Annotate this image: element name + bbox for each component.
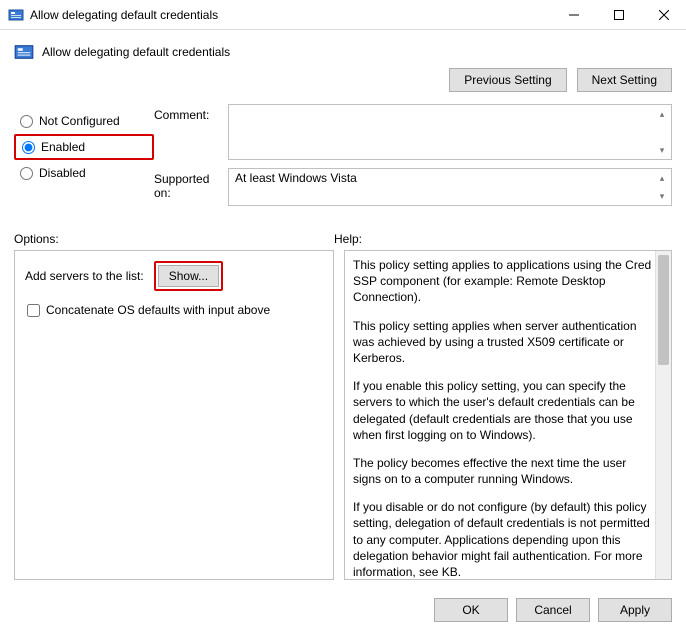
options-panel: Add servers to the list: Show... Concate… [14,250,334,580]
show-button[interactable]: Show... [158,265,219,287]
radio-disabled[interactable]: Disabled [14,160,154,186]
help-paragraph: The policy becomes effective the next ti… [353,455,653,487]
options-section-label: Options: [14,232,334,246]
radio-label: Enabled [41,140,85,154]
supported-on-box: At least Windows Vista ▴ ▾ [228,168,672,206]
scroll-up-icon[interactable]: ▴ [655,107,669,121]
help-paragraph: If you enable this policy setting, you c… [353,378,653,443]
maximize-icon [614,10,624,20]
minimize-icon [569,10,579,20]
radio-not-configured[interactable]: Not Configured [14,108,154,134]
supported-on-label: Supported on: [154,168,228,206]
radio-disabled-input[interactable] [20,167,33,180]
help-panel: This policy setting applies to applicati… [344,250,672,580]
radio-enabled[interactable]: Enabled [14,134,154,160]
next-setting-button[interactable]: Next Setting [577,68,672,92]
concat-defaults-checkbox[interactable]: Concatenate OS defaults with input above [25,303,323,317]
apply-button[interactable]: Apply [598,598,672,622]
help-paragraph: If you disable or do not configure (by d… [353,499,653,580]
comment-label: Comment: [154,104,228,160]
window-title: Allow delegating default credentials [30,8,551,22]
policy-icon [8,7,24,23]
scroll-down-icon[interactable]: ▾ [655,189,669,203]
help-text: This policy setting applies to applicati… [353,257,653,580]
radio-not-configured-input[interactable] [20,115,33,128]
help-paragraph: This policy setting applies when server … [353,318,653,367]
add-servers-label: Add servers to the list: [25,269,144,283]
ok-button[interactable]: OK [434,598,508,622]
dialog-footer: OK Cancel Apply [0,588,686,632]
titlebar: Allow delegating default credentials [0,0,686,30]
policy-name: Allow delegating default credentials [42,45,672,59]
radio-enabled-input[interactable] [22,141,35,154]
help-paragraph: This policy setting applies to applicati… [353,257,653,306]
radio-label: Not Configured [39,114,120,128]
scroll-up-icon[interactable]: ▴ [655,171,669,185]
scrollbar-thumb[interactable] [658,255,669,365]
help-section-label: Help: [334,232,362,246]
concat-defaults-checkbox-input[interactable] [27,304,40,317]
comment-textarea[interactable]: ▴ ▾ [228,104,672,160]
scroll-down-icon[interactable]: ▾ [655,143,669,157]
close-button[interactable] [641,0,686,30]
policy-header: Allow delegating default credentials [0,30,686,68]
close-icon [659,10,669,20]
checkbox-label: Concatenate OS defaults with input above [46,303,270,317]
policy-icon [14,42,34,62]
supported-on-value: At least Windows Vista [235,171,357,185]
previous-setting-button[interactable]: Previous Setting [449,68,566,92]
minimize-button[interactable] [551,0,596,30]
maximize-button[interactable] [596,0,641,30]
help-scrollbar[interactable] [655,251,671,579]
radio-label: Disabled [39,166,86,180]
cancel-button[interactable]: Cancel [516,598,590,622]
